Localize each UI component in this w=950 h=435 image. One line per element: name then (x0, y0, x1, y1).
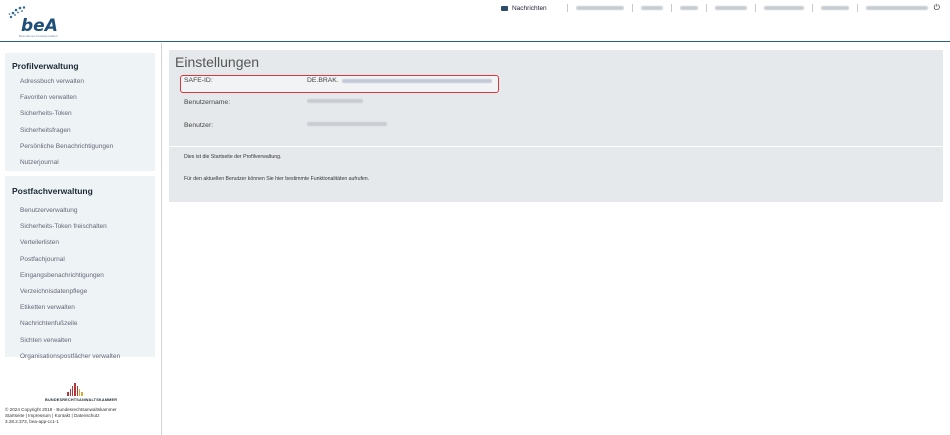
sidebar-item-verteilerlisten[interactable]: Verteilerlisten (5, 235, 155, 251)
bak-logo: BUNDESRECHTSANWALTSKAMMER (45, 383, 118, 402)
nav-separator (631, 4, 633, 12)
footer: © 2024 Copyright 2018 - Bundesrechtsanwa… (5, 407, 117, 425)
nav-item-redacted[interactable] (640, 6, 663, 10)
username-value (307, 99, 363, 103)
logo-subtitle: Besonderes Anwaltspostfach (19, 34, 58, 38)
profile-section: Profilverwaltung Adressbuch verwalten Fa… (5, 53, 155, 171)
sidebar-item-etiketten[interactable]: Etiketten verwalten (5, 300, 155, 316)
sidebar-item-organisationspostfaecher[interactable]: Organisationspostfächer verwalten (5, 349, 155, 365)
safe-id-value[interactable]: DE.BRAK. (307, 77, 492, 84)
bea-logo[interactable]: beA Besonderes Anwaltspostfach (7, 5, 59, 38)
sidebar-item-verzeichnisdatenpflege[interactable]: Verzeichnisdatenpflege (5, 284, 155, 300)
nav-item-redacted[interactable] (575, 6, 624, 10)
logo-text: beA (21, 16, 58, 36)
info-text-2: Für den aktuellen Benutzer können Sie hi… (184, 176, 370, 182)
mailbox-section-title: Postfachverwaltung (12, 186, 93, 196)
nav-user-redacted[interactable] (865, 6, 928, 10)
user-redacted (307, 122, 387, 126)
bak-bars-icon (45, 383, 105, 396)
username-redacted (307, 99, 363, 103)
nav-item-redacted[interactable] (714, 6, 747, 10)
footer-link-kontakt[interactable]: Kontakt (55, 413, 71, 418)
settings-panel: Einstellungen SAFE-ID: DE.BRAK. Benutzer… (169, 50, 943, 202)
user-row: Benutzer: (179, 122, 943, 136)
sidebar-item-eingangsbenachrichtigungen[interactable]: Eingangsbenachrichtigungen (5, 268, 155, 284)
sidebar-item-sicherheitsfragen[interactable]: Sicherheitsfragen (5, 123, 155, 139)
nav-separator (811, 4, 813, 12)
mailbox-section: Postfachverwaltung Benutzerverwaltung Si… (5, 176, 155, 360)
top-navigation: Nachrichten ⏻ (500, 2, 940, 14)
envelope-icon (500, 5, 508, 11)
sidebar-item-adressbuch[interactable]: Adressbuch verwalten (5, 74, 155, 90)
sidebar-item-benachrichtigungen[interactable]: Persönliche Benachrichtigungen (5, 139, 155, 155)
sidebar-item-nutzerjournal[interactable]: Nutzerjournal (5, 155, 155, 171)
sidebar-item-nachrichtenfusszeile[interactable]: Nachrichtenfußzeile (5, 316, 155, 332)
nav-separator (754, 4, 756, 12)
profile-section-title: Profilverwaltung (12, 61, 79, 71)
power-icon[interactable]: ⏻ (934, 3, 940, 13)
nav-separator (670, 4, 672, 12)
sidebar-item-sicherheits-token[interactable]: Sicherheits-Token (5, 106, 155, 122)
safe-id-redacted (341, 78, 492, 83)
footer-link-startseite[interactable]: Startseite (5, 413, 24, 418)
header: beA Besonderes Anwaltspostfach Nachricht… (0, 0, 950, 42)
sidebar-item-postfachjournal[interactable]: Postfachjournal (5, 252, 155, 268)
version-text: 3.28.2.373, bea-app-cc1-1 (5, 419, 59, 424)
sidebar-item-favoriten[interactable]: Favoriten verwalten (5, 90, 155, 106)
nav-item-redacted[interactable] (763, 6, 804, 10)
nav-separator (566, 4, 568, 12)
footer-link-datenschutz[interactable]: Datenschutz (74, 413, 100, 418)
sidebar-item-sichten[interactable]: Sichten verwalten (5, 333, 155, 349)
nav-separator (705, 4, 707, 12)
username-row: Benutzername: (179, 99, 943, 113)
safe-id-prefix: DE.BRAK. (307, 77, 339, 84)
nav-separator (856, 4, 858, 12)
bak-name: BUNDESRECHTSANWALTSKAMMER (45, 398, 118, 402)
sidebar: Profilverwaltung Adressbuch verwalten Fa… (0, 43, 162, 435)
safe-id-row: SAFE-ID: DE.BRAK. (179, 77, 943, 91)
sidebar-item-benutzerverwaltung[interactable]: Benutzerverwaltung (5, 203, 155, 219)
messages-label: Nachrichten (511, 4, 547, 12)
messages-link[interactable]: Nachrichten (500, 4, 559, 12)
panel-divider (169, 146, 943, 147)
username-label: Benutzername: (184, 99, 231, 106)
user-value (307, 122, 387, 126)
nav-item-redacted[interactable] (679, 6, 698, 10)
footer-link-impressum[interactable]: Impressum (28, 413, 51, 418)
info-text-1: Dies ist die Startseite der Profilverwal… (184, 154, 282, 160)
safe-id-label: SAFE-ID: (184, 77, 213, 84)
sidebar-item-token-freischalten[interactable]: Sicherheits-Token freischalten (5, 219, 155, 235)
nav-item-redacted[interactable] (820, 6, 849, 10)
page-title: Einstellungen (175, 54, 260, 70)
user-label: Benutzer: (184, 122, 214, 129)
